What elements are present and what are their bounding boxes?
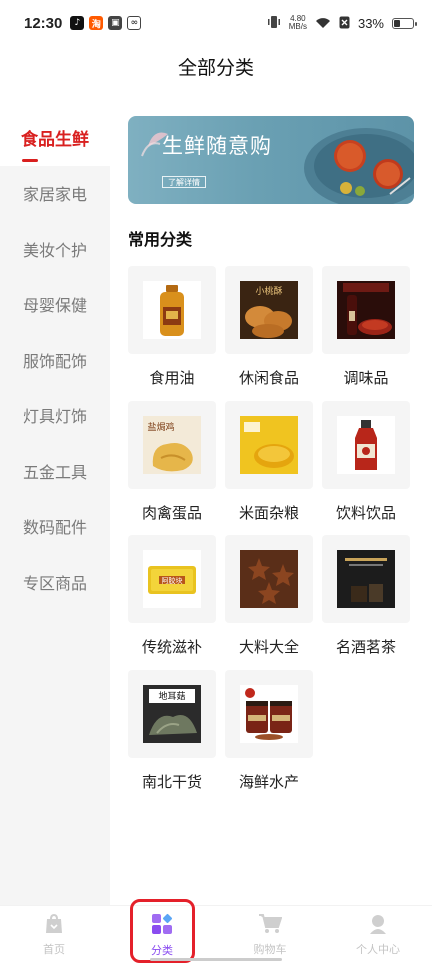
category-cooking-oil[interactable]: 食用油	[128, 266, 216, 401]
seafood-jars-icon	[240, 684, 298, 743]
bottom-nav: 首页 分类 购物车 个人中心	[0, 905, 432, 964]
category-label: 食用油	[149, 369, 195, 387]
salted-chicken-icon: 盐焗鸡	[143, 415, 201, 474]
header: 全部分类	[0, 46, 432, 86]
status-app-icons: ♪ 淘 ▣ ∞	[70, 16, 142, 30]
nav-cart[interactable]: 购物车	[216, 906, 324, 964]
category-beverages[interactable]: 饮料饮品	[322, 400, 410, 536]
meat-thumb-text: 盐焗鸡	[147, 421, 174, 433]
category-label: 饮料饮品	[335, 503, 396, 522]
category-traditional-tonic[interactable]: 阿胶块 传统滋补	[128, 535, 216, 670]
category-image: 小桃酥	[225, 266, 313, 354]
nav-label: 购物车	[253, 943, 287, 956]
snacks-thumb-text: 小桃酥	[255, 285, 282, 297]
nav-category-highlight-box	[130, 899, 195, 963]
sidebar-item-apparel[interactable]: 服饰配饰	[0, 332, 110, 388]
category-label: 名酒茗茶	[335, 638, 396, 656]
star-anise-icon	[240, 550, 298, 608]
status-bar: 12:30 ♪ 淘 ▣ ∞ 4.80 MB/s 33%	[0, 0, 432, 46]
category-snacks[interactable]: 小桃酥 休闲食品	[225, 266, 313, 401]
category-image	[322, 266, 410, 354]
sidebar-item-baby-health[interactable]: 母婴保健	[0, 277, 110, 333]
banner-learn-more-button[interactable]: 了解详情	[162, 176, 206, 188]
category-grid: 食用油 小桃酥 休闲食品 调味品 盐焗鸡 肉禽蛋品 米面杂粮 饮料饮品 阿胶块 …	[128, 266, 418, 804]
juice-bottle-icon	[337, 415, 395, 474]
vibrate-icon	[267, 14, 281, 33]
home-indicator	[150, 958, 282, 961]
category-grains[interactable]: 米面杂粮	[225, 400, 313, 536]
category-label: 休闲食品	[238, 369, 299, 387]
category-label: 调味品	[343, 369, 389, 387]
home-bag-icon	[43, 913, 65, 939]
category-label: 大料大全	[238, 638, 299, 656]
category-content: 生鲜随意购 了解详情 常用分类 食用油 小桃酥 休闲食品 调味品 盐焗鸡 肉禽蛋…	[110, 110, 432, 905]
nav-label: 个人中心	[356, 943, 400, 956]
taobao-icon: 淘	[89, 16, 104, 30]
sidebar-item-hardware[interactable]: 五金工具	[0, 443, 110, 499]
wifi-icon	[315, 14, 331, 33]
category-image	[225, 400, 313, 489]
nav-profile[interactable]: 个人中心	[324, 906, 432, 964]
promo-banner[interactable]: 生鲜随意购 了解详情	[128, 116, 414, 204]
battery-fill	[394, 19, 400, 27]
category-seafood[interactable]: 海鲜水产	[225, 669, 313, 805]
sauce-bottle-icon	[337, 281, 395, 339]
category-image: 盐焗鸡	[128, 400, 216, 489]
category-image: 阿胶块	[128, 535, 216, 623]
sidebar-item-home-appliances[interactable]: 家居家电	[0, 166, 110, 222]
cart-icon	[258, 913, 283, 939]
sidebar-item-digital[interactable]: 数码配件	[0, 499, 110, 555]
category-label: 肉禽蛋品	[141, 503, 202, 522]
sidebar-item-food-fresh[interactable]: 食品生鲜	[0, 110, 110, 166]
category-label: 南北干货	[141, 772, 202, 791]
category-seasoning[interactable]: 调味品	[322, 266, 410, 401]
tea-box-icon	[337, 550, 395, 608]
sidebar-item-lighting[interactable]: 灯具灯饰	[0, 388, 110, 444]
category-image	[225, 535, 313, 623]
battery-percent: 33%	[357, 15, 384, 31]
battery-icon	[392, 17, 417, 29]
category-label: 海鲜水产	[238, 772, 299, 791]
category-dried-goods[interactable]: 地耳菇 南北干货	[128, 669, 216, 805]
page-title: 全部分类	[177, 56, 254, 79]
category-image: 地耳菇	[128, 669, 216, 758]
nav-home[interactable]: 首页	[0, 906, 108, 964]
net-speed: 4.80 MB/s	[289, 15, 307, 31]
sidebar-item-beauty[interactable]: 美妆个护	[0, 221, 110, 277]
section-title: 常用分类	[128, 230, 193, 249]
dried-thumb-text: 地耳菇	[158, 690, 185, 702]
category-image	[225, 669, 313, 758]
category-wine-tea[interactable]: 名酒茗茶	[322, 535, 410, 670]
app-screen: 12:30 ♪ 淘 ▣ ∞ 4.80 MB/s 33% 全部分类 食品生鲜 家居…	[0, 0, 432, 964]
person-icon	[367, 913, 389, 939]
category-image	[322, 535, 410, 623]
cooking-oil-icon	[143, 281, 201, 339]
category-label: 米面杂粮	[238, 503, 299, 522]
tiktok-icon: ♪	[70, 16, 85, 30]
sidebar-item-special-zone[interactable]: 专区商品	[0, 554, 110, 610]
sim-off-icon	[339, 14, 350, 33]
category-image	[322, 400, 410, 489]
store-icon: ▣	[108, 16, 123, 30]
banner-title: 生鲜随意购	[162, 134, 272, 158]
category-image	[128, 266, 216, 354]
status-time: 12:30	[24, 14, 63, 32]
category-meat-eggs[interactable]: 盐焗鸡 肉禽蛋品	[128, 400, 216, 536]
dried-goods-icon: 地耳菇	[143, 684, 201, 743]
link-icon: ∞	[127, 16, 142, 30]
status-right: 4.80 MB/s 33%	[267, 14, 417, 33]
net-speed-unit: MB/s	[288, 22, 307, 31]
millet-grain-icon	[240, 415, 298, 474]
ejiao-box-icon: 阿胶块	[143, 550, 201, 608]
category-sidebar: 食品生鲜 家居家电 美妆个护 母婴保健 服饰配饰 灯具灯饰 五金工具 数码配件 …	[0, 110, 110, 905]
category-label: 传统滋补	[141, 638, 202, 656]
cookies-icon: 小桃酥	[240, 281, 298, 339]
tonic-thumb-text: 阿胶块	[162, 576, 183, 585]
nav-label: 首页	[43, 943, 65, 956]
category-spices[interactable]: 大料大全	[225, 535, 313, 670]
